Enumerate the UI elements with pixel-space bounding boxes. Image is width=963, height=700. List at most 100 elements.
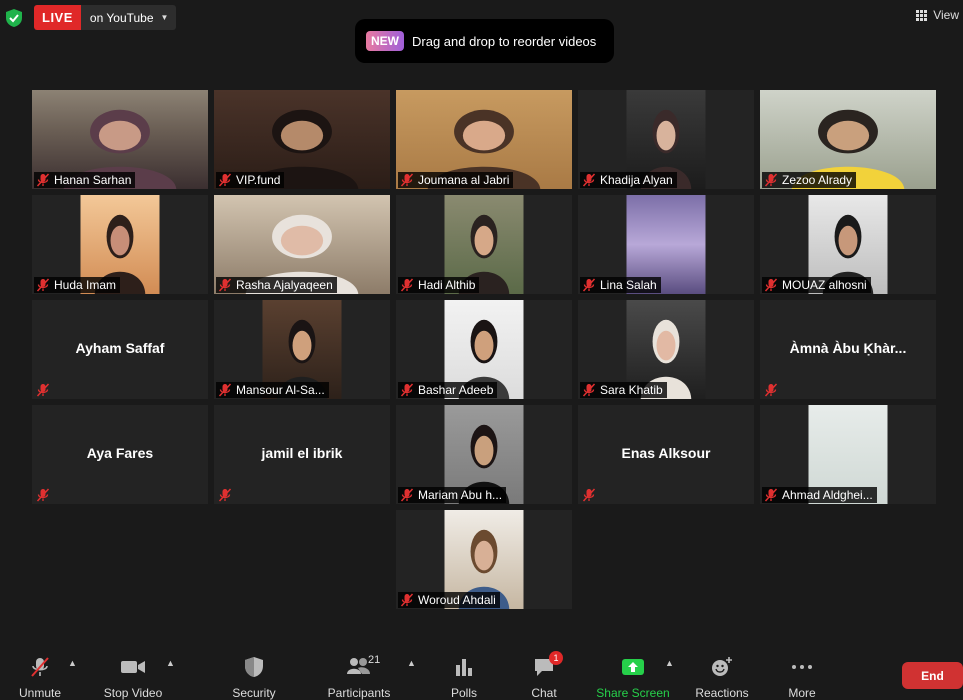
participant-tile[interactable]: MOUAZ alhosni	[760, 195, 936, 294]
muted-microphone-icon	[582, 383, 596, 397]
participant-name-label: MOUAZ alhosni	[762, 277, 871, 293]
reorder-tip-toast: NEW Drag and drop to reorder videos	[355, 19, 614, 63]
end-meeting-button[interactable]: End	[902, 662, 963, 689]
muted-microphone-icon	[582, 488, 596, 502]
reactions-label: Reactions	[695, 686, 749, 700]
view-label: View	[933, 8, 959, 22]
participant-name: Mansour Al-Sa...	[236, 383, 325, 397]
muted-microphone-icon	[400, 593, 414, 607]
muted-microphone-icon	[400, 173, 414, 187]
muted-microphone-icon	[400, 488, 414, 502]
toast-text: Drag and drop to reorder videos	[412, 33, 597, 49]
participant-tile[interactable]: Ahmad Aldghei...	[760, 405, 936, 504]
participant-tile[interactable]: Enas Alksour	[578, 405, 754, 504]
live-stream-control[interactable]: LIVE on YouTube ▼	[34, 5, 177, 30]
participant-name: Woroud Ahdali	[418, 593, 496, 607]
new-badge: NEW	[366, 31, 404, 51]
participant-audio-status	[34, 487, 58, 503]
participant-tile[interactable]: jamil el ibrik	[214, 405, 390, 504]
participant-audio-status	[34, 382, 58, 398]
participant-tile[interactable]: Mariam Abu h...	[396, 405, 572, 504]
chat-button[interactable]: 1 Chat	[525, 648, 563, 700]
muted-microphone-icon	[764, 173, 778, 187]
more-label: More	[788, 686, 816, 700]
video-camera-icon	[121, 661, 145, 673]
security-button[interactable]: Security	[228, 648, 280, 700]
live-destination-dropdown[interactable]: on YouTube ▼	[80, 5, 177, 30]
participant-name: Hanan Sarhan	[54, 173, 132, 187]
chat-label: Chat	[531, 686, 557, 700]
participant-name: Bashar Adeeb	[418, 383, 494, 397]
security-label: Security	[232, 686, 276, 700]
participants-count: 21	[368, 654, 381, 666]
participant-tile[interactable]: Joumana al Jabri	[396, 90, 572, 189]
muted-microphone-icon	[582, 173, 596, 187]
audio-options-chevron-icon[interactable]: ▲	[68, 658, 77, 668]
participants-button[interactable]: 21 Participants	[326, 648, 392, 700]
share-screen-button[interactable]: Share Screen	[596, 648, 670, 700]
participant-name: Khadija Alyan	[600, 173, 673, 187]
participant-tile[interactable]: Mansour Al-Sa...	[214, 300, 390, 399]
reactions-smiley-icon	[712, 657, 732, 676]
participant-tile[interactable]: Aya Fares	[32, 405, 208, 504]
encryption-shield-icon[interactable]	[6, 9, 22, 27]
participant-name-label: Sara Khatib	[580, 382, 667, 398]
participant-tile[interactable]: Bashar Adeeb	[396, 300, 572, 399]
participant-name-label: Ahmad Aldghei...	[762, 487, 877, 503]
muted-microphone-icon	[400, 278, 414, 292]
participant-name-label: Khadija Alyan	[580, 172, 677, 188]
participant-tile[interactable]: Ayham Saffaf	[32, 300, 208, 399]
participant-name-display: Enas Alksour	[621, 445, 711, 461]
muted-microphone-icon	[218, 488, 232, 502]
polls-label: Polls	[450, 686, 477, 700]
participant-name-label: Joumana al Jabri	[398, 172, 514, 188]
video-options-chevron-icon[interactable]: ▲	[166, 658, 175, 668]
participant-tile[interactable]: Zezoo Alrady	[760, 90, 936, 189]
polls-button[interactable]: Polls	[444, 648, 484, 700]
participant-name: Rasha Ajalyaqeen	[236, 278, 333, 292]
participant-tile[interactable]: Woroud Ahdali	[396, 510, 572, 609]
participant-tile[interactable]: Sara Khatib	[578, 300, 754, 399]
participant-tile[interactable]: Hadi Althib	[396, 195, 572, 294]
participant-name: Zezoo Alrady	[782, 173, 853, 187]
participant-name-display: jamil el ibrik	[261, 445, 343, 461]
muted-microphone-icon	[582, 278, 596, 292]
view-button[interactable]: View	[916, 8, 959, 22]
more-button[interactable]: More	[782, 648, 822, 700]
muted-microphone-icon	[764, 278, 778, 292]
participant-name-label: Woroud Ahdali	[398, 592, 500, 608]
polls-bar-chart-icon	[456, 659, 472, 676]
muted-microphone-icon	[36, 488, 50, 502]
stop-video-button[interactable]: Stop Video	[100, 648, 166, 700]
participant-tile[interactable]: Àmnà Àbu Ḳhàr...	[760, 300, 936, 399]
muted-microphone-icon	[218, 383, 232, 397]
participant-name-label: Mariam Abu h...	[398, 487, 507, 503]
participant-name: Lina Salah	[600, 278, 657, 292]
participant-tile[interactable]: Khadija Alyan	[578, 90, 754, 189]
participant-tile[interactable]: Hanan Sarhan	[32, 90, 208, 189]
participant-name-label: Mansour Al-Sa...	[216, 382, 329, 398]
participant-name: Huda Imam	[54, 278, 117, 292]
share-options-chevron-icon[interactable]: ▲	[665, 658, 674, 668]
muted-microphone-icon	[764, 383, 778, 397]
more-dots-icon	[792, 665, 812, 669]
participant-tile[interactable]: Rasha Ajalyaqeen	[214, 195, 390, 294]
security-shield-icon	[245, 657, 263, 677]
participant-tile[interactable]: Lina Salah	[578, 195, 754, 294]
participant-name-display: Àmnà Àbu Ḳhàr...	[789, 340, 907, 356]
muted-microphone-icon	[218, 173, 232, 187]
unmute-button[interactable]: Unmute	[12, 648, 68, 700]
unmute-label: Unmute	[18, 686, 62, 700]
participant-name-label: Huda Imam	[34, 277, 121, 293]
participant-name-label: Rasha Ajalyaqeen	[216, 277, 337, 293]
participants-options-chevron-icon[interactable]: ▲	[407, 658, 416, 668]
muted-microphone-icon	[36, 173, 50, 187]
participant-tile[interactable]: VIP.fund	[214, 90, 390, 189]
participant-name: Ahmad Aldghei...	[782, 488, 873, 502]
reactions-button[interactable]: Reactions	[694, 648, 750, 700]
participant-tile[interactable]: Huda Imam	[32, 195, 208, 294]
share-screen-label: Share Screen	[596, 686, 670, 700]
muted-microphone-icon	[36, 383, 50, 397]
live-destination-label: on YouTube	[89, 10, 154, 25]
meeting-toolbar: Unmute ▲ Stop Video ▲ Security 21 Partic…	[0, 648, 963, 700]
